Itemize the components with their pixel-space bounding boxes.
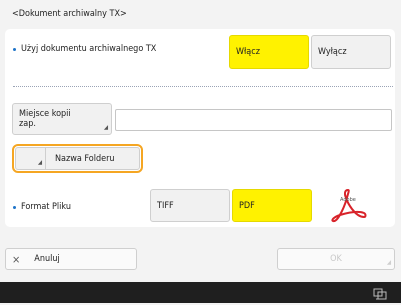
ok-button[interactable]: OK ◢ bbox=[277, 248, 395, 270]
ok-button-label: OK bbox=[330, 254, 342, 264]
expand-corner-icon: ◢ bbox=[103, 124, 108, 131]
storage-location-field[interactable] bbox=[115, 109, 392, 131]
storage-location-button[interactable]: Miejsce kopii zap. ◢ bbox=[12, 103, 112, 135]
page-title: <Dokument archiwalny TX> bbox=[12, 9, 127, 19]
storage-location-label: Miejsce kopii zap. bbox=[19, 109, 71, 129]
tiff-button-label: TIFF bbox=[157, 200, 174, 211]
close-icon: × bbox=[12, 252, 21, 266]
network-status-icon[interactable] bbox=[373, 286, 387, 300]
folder-name-button-left[interactable]: ◢ bbox=[15, 147, 45, 170]
expand-corner-icon: ◢ bbox=[37, 159, 42, 166]
cancel-button-label: Anuluj bbox=[34, 254, 60, 264]
pdf-button[interactable]: PDF bbox=[232, 189, 312, 222]
status-bar bbox=[0, 282, 401, 303]
file-format-label: Format Pliku bbox=[21, 202, 71, 212]
settings-panel: Użyj dokumentu archiwalnego TX Włącz Wył… bbox=[5, 29, 395, 227]
disable-button[interactable]: Wyłącz bbox=[311, 35, 391, 69]
cancel-button[interactable]: × Anuluj bbox=[5, 248, 137, 270]
file-format-row-label: Format Pliku bbox=[13, 202, 71, 212]
separator bbox=[13, 86, 393, 87]
pdf-button-label: PDF bbox=[239, 200, 255, 211]
bullet-icon bbox=[13, 47, 16, 51]
disable-button-label: Wyłącz bbox=[318, 47, 347, 57]
use-archive-row-label: Użyj dokumentu archiwalnego TX bbox=[13, 44, 156, 54]
svg-text:Adobe: Adobe bbox=[340, 197, 356, 203]
use-archive-label: Użyj dokumentu archiwalnego TX bbox=[21, 44, 157, 54]
tiff-button[interactable]: TIFF bbox=[150, 189, 230, 222]
bullet-icon bbox=[13, 205, 16, 209]
enable-button-label: Włącz bbox=[236, 47, 260, 57]
adobe-acrobat-icon: Adobe bbox=[328, 187, 368, 223]
folder-name-button[interactable]: Nazwa Folderu bbox=[45, 147, 140, 170]
folder-name-label: Nazwa Folderu bbox=[55, 153, 115, 164]
enable-button[interactable]: Włącz bbox=[229, 35, 309, 69]
expand-corner-icon: ◢ bbox=[386, 259, 391, 266]
